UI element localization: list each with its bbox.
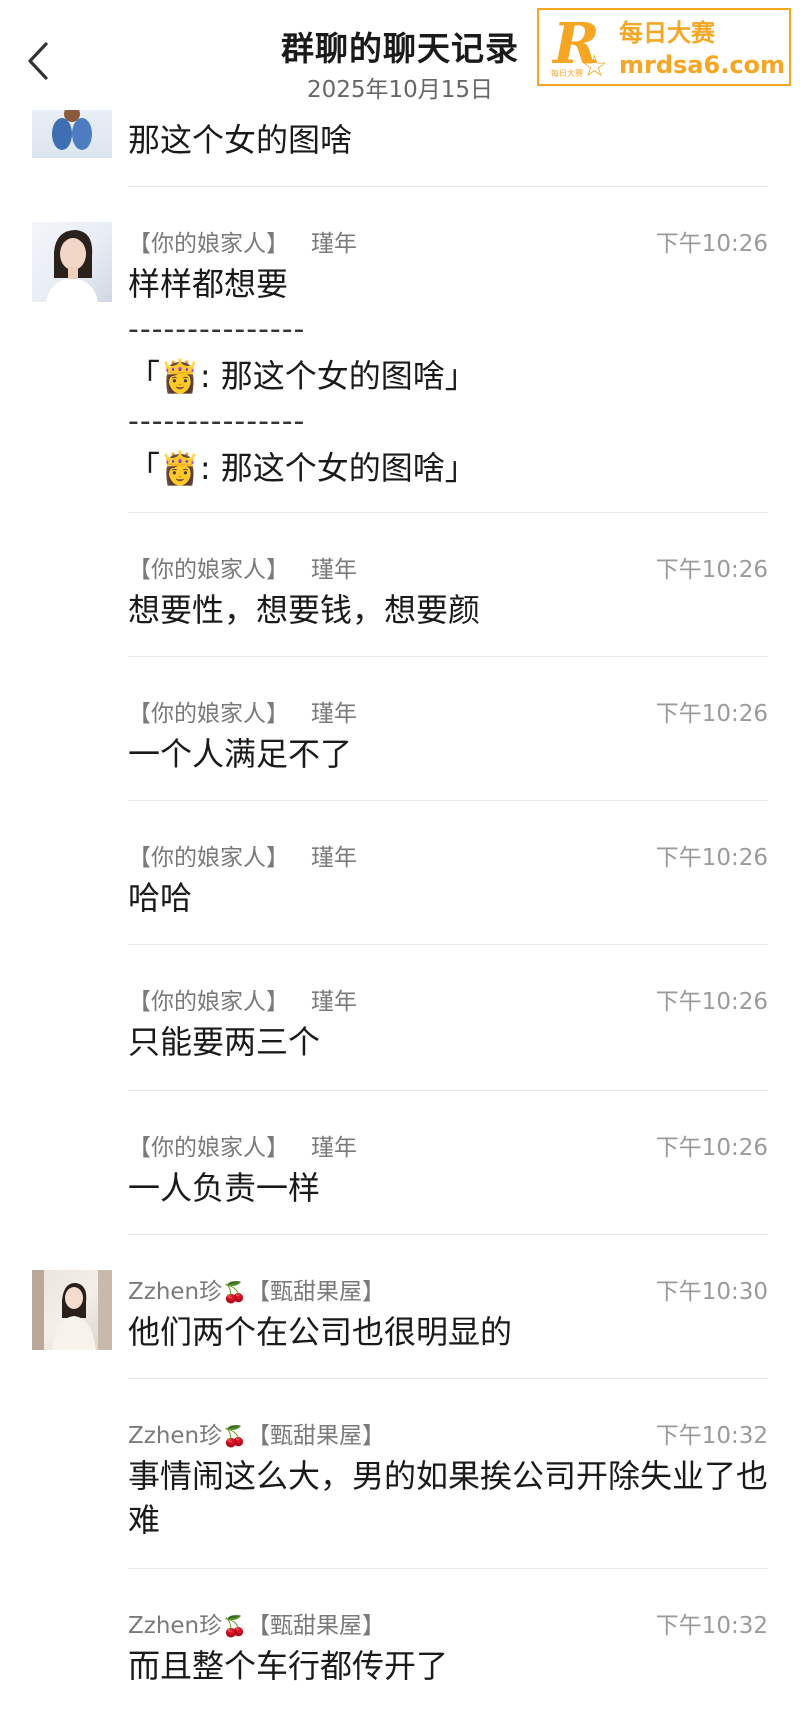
sender-name: Zzhen珍 bbox=[128, 1279, 223, 1305]
avatar[interactable] bbox=[32, 110, 112, 158]
cherry-emoji-icon: 🍒 bbox=[222, 1424, 248, 1448]
message-text: 只能要两三个 bbox=[128, 1023, 321, 1061]
sender-name: Zzhen珍 bbox=[128, 1613, 223, 1639]
avatar[interactable] bbox=[32, 1270, 112, 1350]
sender[interactable]: Zzhen珍🍒【甄甜果屋】 bbox=[128, 1416, 385, 1450]
message-meta: 【你的娘家人】 瑾年 下午10:26 bbox=[128, 838, 768, 871]
sender-group: 【你的娘家人】 bbox=[128, 845, 289, 871]
message-time: 下午10:30 bbox=[655, 1279, 768, 1305]
message-meta: Zzhen珍🍒【甄甜果屋】 下午10:32 bbox=[128, 1606, 768, 1639]
message-time: 下午10:26 bbox=[655, 557, 768, 583]
message-time: 下午10:26 bbox=[655, 701, 768, 727]
sender-group: 【你的娘家人】 bbox=[128, 989, 289, 1015]
message-divider bbox=[128, 800, 768, 801]
message-text: 事情闹这么大，男的如果挨公司开除失业了也难 bbox=[128, 1457, 769, 1539]
sender-group: 【你的娘家人】 bbox=[128, 701, 289, 727]
message-text: 那这个女的图啥 bbox=[128, 121, 353, 159]
sender-name: Zzhen珍 bbox=[128, 1423, 223, 1449]
sender-group: 【甄甜果屋】 bbox=[247, 1279, 386, 1305]
sender-group: 【甄甜果屋】 bbox=[247, 1423, 386, 1449]
watermark-brand-name: 每日大赛 bbox=[619, 19, 715, 47]
message-meta: 【你的娘家人】 瑾年 下午10:26 bbox=[128, 694, 768, 727]
sender-name: 瑾年 bbox=[311, 845, 357, 871]
sender-name: 瑾年 bbox=[311, 989, 357, 1015]
sender[interactable]: 【你的娘家人】 瑾年 bbox=[128, 694, 357, 728]
message-meta: Zzhen珍🍒【甄甜果屋】 下午10:32 bbox=[128, 1416, 768, 1449]
sender-group: 【甄甜果屋】 bbox=[247, 1613, 386, 1639]
message-time: 下午10:32 bbox=[655, 1613, 768, 1639]
message-meta: 【你的娘家人】 瑾年 下午10:26 bbox=[128, 224, 768, 257]
cherry-emoji-icon: 🍒 bbox=[222, 1280, 248, 1304]
watermark-logo: R ☆ 每日大赛 每日大赛 mrdsa6.com bbox=[537, 8, 791, 86]
sender-group: 【你的娘家人】 bbox=[128, 1135, 289, 1161]
message-text: 一人负责一样 bbox=[128, 1169, 321, 1207]
sender[interactable]: 【你的娘家人】 瑾年 bbox=[128, 1128, 357, 1162]
message-time: 下午10:26 bbox=[655, 989, 768, 1015]
message-divider bbox=[128, 944, 768, 945]
sender[interactable]: 【你的娘家人】 瑾年 bbox=[128, 838, 357, 872]
message-divider bbox=[128, 512, 768, 513]
sender-name: 瑾年 bbox=[311, 557, 357, 583]
message-meta: 【你的娘家人】 瑾年 下午10:26 bbox=[128, 982, 768, 1015]
sender[interactable]: Zzhen珍🍒【甄甜果屋】 bbox=[128, 1272, 385, 1306]
sender[interactable]: 【你的娘家人】 瑾年 bbox=[128, 982, 357, 1016]
message-meta: 【你的娘家人】 瑾年 下午10:26 bbox=[128, 1128, 768, 1161]
message-meta: Zzhen珍🍒【甄甜果屋】 下午10:30 bbox=[128, 1272, 768, 1305]
sender-group: 【你的娘家人】 bbox=[128, 557, 289, 583]
sender-name: 瑾年 bbox=[311, 1135, 357, 1161]
message-text: 他们两个在公司也很明显的 bbox=[128, 1313, 513, 1351]
sender-name: 瑾年 bbox=[311, 701, 357, 727]
message-time: 下午10:26 bbox=[655, 1135, 768, 1161]
star-icon: ☆ bbox=[581, 49, 608, 84]
avatar[interactable] bbox=[32, 222, 112, 302]
watermark-small-text: 每日大赛 bbox=[551, 69, 583, 78]
quote-separator: --------------- bbox=[128, 404, 306, 439]
sender[interactable]: Zzhen珍🍒【甄甜果屋】 bbox=[128, 1606, 385, 1640]
sender[interactable]: 【你的娘家人】 瑾年 bbox=[128, 550, 357, 584]
message-text: 样样都想要 bbox=[128, 265, 289, 303]
message-text: 哈哈 bbox=[128, 879, 193, 917]
message-divider bbox=[128, 1234, 768, 1235]
message-time: 下午10:26 bbox=[655, 845, 768, 871]
watermark-url: mrdsa6.com bbox=[619, 51, 786, 79]
message-time: 下午10:32 bbox=[655, 1423, 768, 1449]
message-time: 下午10:26 bbox=[655, 231, 768, 257]
message-divider bbox=[128, 1378, 768, 1379]
quoted-message[interactable]: 「👸: 那这个女的图啥」 bbox=[128, 446, 477, 490]
message-divider bbox=[128, 656, 768, 657]
cherry-emoji-icon: 🍒 bbox=[222, 1614, 248, 1638]
message-text: 想要性，想要钱，想要颜 bbox=[128, 591, 481, 629]
message-divider bbox=[128, 186, 768, 187]
sender[interactable]: 【你的娘家人】 瑾年 bbox=[128, 224, 357, 258]
message-text: 一个人满足不了 bbox=[128, 735, 353, 773]
quote-separator: --------------- bbox=[128, 312, 306, 347]
quoted-message[interactable]: 「👸: 那这个女的图啥」 bbox=[128, 354, 477, 398]
message-meta: 【你的娘家人】 瑾年 下午10:26 bbox=[128, 550, 768, 583]
sender-name: 瑾年 bbox=[311, 231, 357, 257]
message-text: 而且整个车行都传开了 bbox=[128, 1647, 449, 1685]
message-divider bbox=[128, 1568, 768, 1569]
sender-group: 【你的娘家人】 bbox=[128, 231, 289, 257]
message-divider bbox=[128, 1090, 768, 1091]
